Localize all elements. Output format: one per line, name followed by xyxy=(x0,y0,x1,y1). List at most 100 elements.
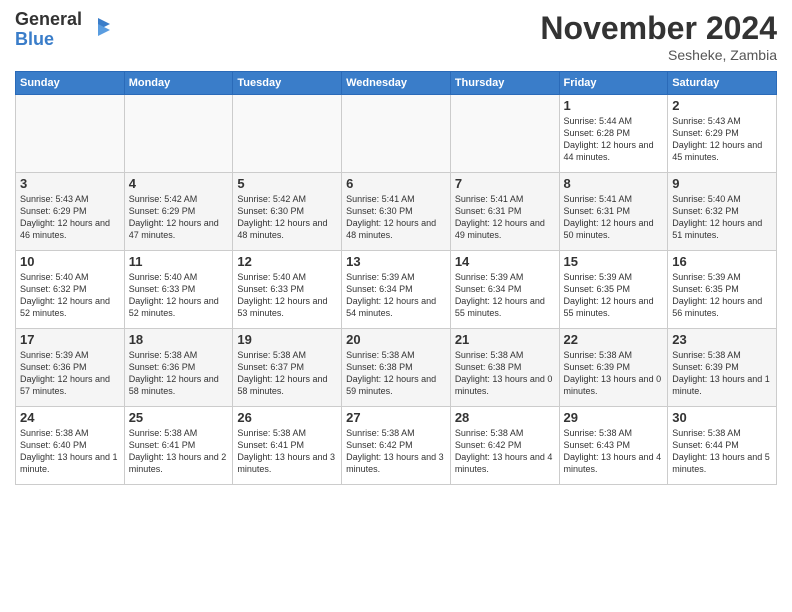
day-number: 11 xyxy=(129,254,229,269)
day-info: Sunrise: 5:38 AM Sunset: 6:37 PM Dayligh… xyxy=(237,349,337,398)
calendar-cell: 28 Sunrise: 5:38 AM Sunset: 6:42 PM Dayli… xyxy=(450,407,559,485)
title-section: November 2024 Sesheke, Zambia xyxy=(540,10,777,63)
calendar-cell: 30 Sunrise: 5:38 AM Sunset: 6:44 PM Dayli… xyxy=(668,407,777,485)
day-number: 19 xyxy=(237,332,337,347)
day-info: Sunrise: 5:41 AM Sunset: 6:30 PM Dayligh… xyxy=(346,193,446,242)
calendar-cell: 1 Sunrise: 5:44 AM Sunset: 6:28 PM Daylig… xyxy=(559,95,668,173)
calendar-week-1: 1 Sunrise: 5:44 AM Sunset: 6:28 PM Daylig… xyxy=(16,95,777,173)
day-info: Sunrise: 5:40 AM Sunset: 6:32 PM Dayligh… xyxy=(20,271,120,320)
day-info: Sunrise: 5:39 AM Sunset: 6:35 PM Dayligh… xyxy=(672,271,772,320)
day-info: Sunrise: 5:38 AM Sunset: 6:39 PM Dayligh… xyxy=(564,349,664,398)
day-info: Sunrise: 5:44 AM Sunset: 6:28 PM Dayligh… xyxy=(564,115,664,164)
logo: General Blue xyxy=(15,10,112,50)
calendar-cell: 8 Sunrise: 5:41 AM Sunset: 6:31 PM Daylig… xyxy=(559,173,668,251)
calendar-cell xyxy=(124,95,233,173)
day-info: Sunrise: 5:38 AM Sunset: 6:39 PM Dayligh… xyxy=(672,349,772,398)
calendar-cell: 7Sunrise: 5:41 AM Sunset: 6:31 PM Daylig… xyxy=(450,173,559,251)
day-info: Sunrise: 5:40 AM Sunset: 6:33 PM Dayligh… xyxy=(237,271,337,320)
day-number: 26 xyxy=(237,410,337,425)
logo-general: General xyxy=(15,10,82,30)
day-info: Sunrise: 5:39 AM Sunset: 6:35 PM Dayligh… xyxy=(564,271,664,320)
day-number: 14 xyxy=(455,254,555,269)
calendar-cell: 25Sunrise: 5:38 AM Sunset: 6:41 PM Dayli… xyxy=(124,407,233,485)
calendar-cell: 15 Sunrise: 5:39 AM Sunset: 6:35 PM Dayli… xyxy=(559,251,668,329)
day-number: 20 xyxy=(346,332,446,347)
day-info: Sunrise: 5:38 AM Sunset: 6:38 PM Dayligh… xyxy=(346,349,446,398)
calendar-cell: 11 Sunrise: 5:40 AM Sunset: 6:33 PM Dayli… xyxy=(124,251,233,329)
calendar-cell: 14Sunrise: 5:39 AM Sunset: 6:34 PM Dayli… xyxy=(450,251,559,329)
day-number: 21 xyxy=(455,332,555,347)
day-number: 16 xyxy=(672,254,772,269)
calendar-cell: 12 Sunrise: 5:40 AM Sunset: 6:33 PM Dayli… xyxy=(233,251,342,329)
calendar-cell: 16 Sunrise: 5:39 AM Sunset: 6:35 PM Dayli… xyxy=(668,251,777,329)
day-info: Sunrise: 5:38 AM Sunset: 6:38 PM Dayligh… xyxy=(455,349,555,398)
day-info: Sunrise: 5:40 AM Sunset: 6:32 PM Dayligh… xyxy=(672,193,772,242)
day-info: Sunrise: 5:39 AM Sunset: 6:34 PM Dayligh… xyxy=(346,271,446,320)
calendar-cell: 5 Sunrise: 5:42 AM Sunset: 6:30 PM Daylig… xyxy=(233,173,342,251)
calendar-cell: 10Sunrise: 5:40 AM Sunset: 6:32 PM Dayli… xyxy=(16,251,125,329)
month-title: November 2024 xyxy=(540,10,777,47)
day-number: 25 xyxy=(129,410,229,425)
day-number: 9 xyxy=(672,176,772,191)
calendar-cell: 19 Sunrise: 5:38 AM Sunset: 6:37 PM Dayli… xyxy=(233,329,342,407)
day-info: Sunrise: 5:43 AM Sunset: 6:29 PM Dayligh… xyxy=(20,193,120,242)
day-number: 3 xyxy=(20,176,120,191)
page-container: General Blue November 2024 Sesheke, Zamb… xyxy=(0,0,792,495)
col-thursday: Thursday xyxy=(450,72,559,95)
col-saturday: Saturday xyxy=(668,72,777,95)
calendar-cell: 20 Sunrise: 5:38 AM Sunset: 6:38 PM Dayli… xyxy=(342,329,451,407)
day-info: Sunrise: 5:38 AM Sunset: 6:42 PM Dayligh… xyxy=(346,427,446,476)
day-info: Sunrise: 5:42 AM Sunset: 6:30 PM Dayligh… xyxy=(237,193,337,242)
day-number: 30 xyxy=(672,410,772,425)
calendar-cell: 27 Sunrise: 5:38 AM Sunset: 6:42 PM Dayli… xyxy=(342,407,451,485)
col-tuesday: Tuesday xyxy=(233,72,342,95)
day-number: 1 xyxy=(564,98,664,113)
calendar-cell: 3 Sunrise: 5:43 AM Sunset: 6:29 PM Daylig… xyxy=(16,173,125,251)
logo-blue: Blue xyxy=(15,30,82,50)
day-number: 6 xyxy=(346,176,446,191)
calendar-week-5: 24Sunrise: 5:38 AM Sunset: 6:40 PM Dayli… xyxy=(16,407,777,485)
day-info: Sunrise: 5:42 AM Sunset: 6:29 PM Dayligh… xyxy=(129,193,229,242)
calendar-cell: 17 Sunrise: 5:39 AM Sunset: 6:36 PM Dayli… xyxy=(16,329,125,407)
calendar-week-3: 10Sunrise: 5:40 AM Sunset: 6:32 PM Dayli… xyxy=(16,251,777,329)
logo-text: General Blue xyxy=(15,10,82,50)
day-number: 29 xyxy=(564,410,664,425)
day-number: 28 xyxy=(455,410,555,425)
col-monday: Monday xyxy=(124,72,233,95)
calendar-cell: 4 Sunrise: 5:42 AM Sunset: 6:29 PM Daylig… xyxy=(124,173,233,251)
location: Sesheke, Zambia xyxy=(540,47,777,63)
day-number: 2 xyxy=(672,98,772,113)
calendar-cell: 18 Sunrise: 5:38 AM Sunset: 6:36 PM Dayli… xyxy=(124,329,233,407)
logo-flag-icon xyxy=(84,16,112,44)
day-info: Sunrise: 5:40 AM Sunset: 6:33 PM Dayligh… xyxy=(129,271,229,320)
day-info: Sunrise: 5:39 AM Sunset: 6:36 PM Dayligh… xyxy=(20,349,120,398)
day-number: 18 xyxy=(129,332,229,347)
calendar-cell xyxy=(16,95,125,173)
day-info: Sunrise: 5:41 AM Sunset: 6:31 PM Dayligh… xyxy=(564,193,664,242)
calendar-cell: 24Sunrise: 5:38 AM Sunset: 6:40 PM Dayli… xyxy=(16,407,125,485)
col-wednesday: Wednesday xyxy=(342,72,451,95)
col-friday: Friday xyxy=(559,72,668,95)
calendar-cell: 22Sunrise: 5:38 AM Sunset: 6:39 PM Dayli… xyxy=(559,329,668,407)
calendar-cell: 23Sunrise: 5:38 AM Sunset: 6:39 PM Dayli… xyxy=(668,329,777,407)
col-sunday: Sunday xyxy=(16,72,125,95)
calendar-cell: 26 Sunrise: 5:38 AM Sunset: 6:41 PM Dayli… xyxy=(233,407,342,485)
day-number: 15 xyxy=(564,254,664,269)
day-number: 27 xyxy=(346,410,446,425)
day-number: 4 xyxy=(129,176,229,191)
calendar-cell xyxy=(233,95,342,173)
day-info: Sunrise: 5:38 AM Sunset: 6:42 PM Dayligh… xyxy=(455,427,555,476)
day-info: Sunrise: 5:38 AM Sunset: 6:36 PM Dayligh… xyxy=(129,349,229,398)
day-number: 8 xyxy=(564,176,664,191)
day-number: 5 xyxy=(237,176,337,191)
calendar-cell xyxy=(342,95,451,173)
calendar-week-4: 17 Sunrise: 5:39 AM Sunset: 6:36 PM Dayli… xyxy=(16,329,777,407)
calendar-cell: 2Sunrise: 5:43 AM Sunset: 6:29 PM Daylig… xyxy=(668,95,777,173)
day-number: 17 xyxy=(20,332,120,347)
calendar-cell: 13Sunrise: 5:39 AM Sunset: 6:34 PM Dayli… xyxy=(342,251,451,329)
header-row: Sunday Monday Tuesday Wednesday Thursday… xyxy=(16,72,777,95)
day-number: 12 xyxy=(237,254,337,269)
day-info: Sunrise: 5:38 AM Sunset: 6:41 PM Dayligh… xyxy=(237,427,337,476)
day-info: Sunrise: 5:38 AM Sunset: 6:44 PM Dayligh… xyxy=(672,427,772,476)
calendar-week-2: 3 Sunrise: 5:43 AM Sunset: 6:29 PM Daylig… xyxy=(16,173,777,251)
